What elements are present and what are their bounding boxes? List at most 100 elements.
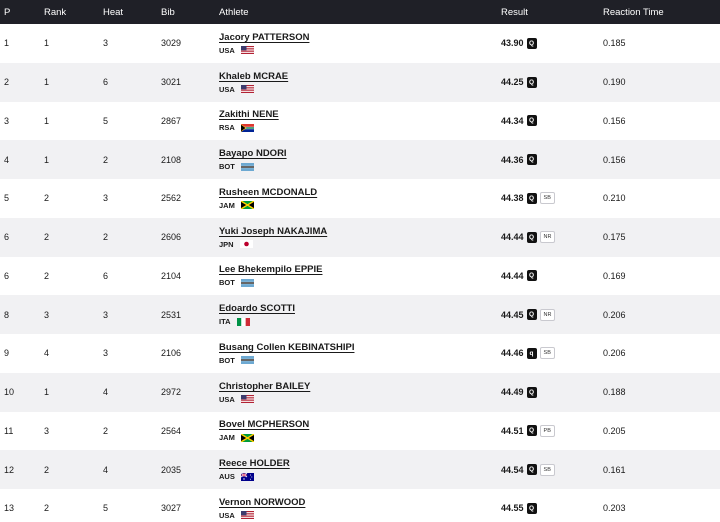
cell-place: 13 (4, 503, 15, 514)
table-row: 4 1 2 2108 Bayapo NDORI BOT 44.36 Q 0.15… (0, 140, 720, 179)
cell-bib: 2562 (161, 193, 182, 204)
col-header-bib[interactable]: Bib (161, 7, 219, 18)
cell-place: 3 (4, 115, 10, 126)
cell-place: 5 (4, 193, 10, 204)
cell-heat: 6 (103, 270, 109, 281)
athlete-link[interactable]: Reece HOLDER (219, 458, 290, 469)
cell-reaction-time: 0.156 (603, 154, 626, 165)
result-value: 44.36 (501, 154, 524, 165)
athlete-country-line: RSA (219, 123, 501, 132)
athlete-link[interactable]: Christopher BAILEY (219, 381, 310, 392)
qualification-badge: q (526, 347, 537, 359)
result-value: 44.34 (501, 115, 524, 126)
cell-reaction-time: 0.210 (603, 193, 626, 204)
col-header-reaction-time[interactable]: Reaction Time (603, 7, 720, 18)
qualification-badge: Q (526, 464, 537, 476)
rsa-flag-icon (240, 123, 254, 132)
athlete-country-line: JPN (219, 240, 501, 249)
cell-place: 4 (4, 154, 10, 165)
record-badge: NR (539, 231, 556, 244)
result-value: 44.44 (501, 232, 524, 243)
table-body: 1 1 3 3029 Jacory PATTERSON USA 43.90 Q … (0, 24, 720, 522)
cell-reaction-time: 0.206 (603, 309, 626, 320)
athlete-link[interactable]: Khaleb MCRAE (219, 71, 288, 82)
athlete-link[interactable]: Rusheen MCDONALD (219, 187, 317, 198)
athlete-link[interactable]: Lee Bhekempilo EPPIE (219, 264, 322, 275)
cell-rank: 4 (44, 348, 50, 359)
cell-heat: 5 (103, 503, 109, 514)
result-value: 44.44 (501, 270, 524, 281)
cell-bib: 3021 (161, 77, 182, 88)
col-header-rank[interactable]: Rank (44, 7, 103, 18)
cell-rank: 3 (44, 309, 50, 320)
usa-flag-icon (240, 511, 254, 520)
record-badge: PB (539, 424, 555, 437)
cell-reaction-time: 0.190 (603, 77, 626, 88)
cell-athlete: Bayapo NDORI BOT (219, 148, 501, 171)
qualification-badge: Q (526, 192, 537, 204)
country-code: AUS (219, 472, 235, 482)
cell-result: 44.46 q SB (501, 347, 603, 360)
cell-result: 44.54 Q SB (501, 463, 603, 476)
table-header: P Rank Heat Bib Athlete Result Reaction … (0, 0, 720, 24)
cell-reaction-time: 0.203 (603, 503, 626, 514)
cell-heat: 4 (103, 464, 109, 475)
jam-flag-icon (240, 201, 254, 210)
cell-athlete: Busang Collen KEBINATSHIPI BOT (219, 342, 501, 365)
athlete-country-line: USA (219, 395, 501, 404)
ita-flag-icon (236, 317, 250, 326)
record-badge: NR (539, 308, 556, 321)
athlete-link[interactable]: Edoardo SCOTTI (219, 303, 295, 314)
athlete-link[interactable]: Zakithi NENE (219, 109, 279, 120)
athlete-country-line: BOT (219, 162, 501, 171)
cell-athlete: Edoardo SCOTTI ITA (219, 303, 501, 326)
athlete-link[interactable]: Bovel MCPHERSON (219, 419, 309, 430)
result-value: 44.45 (501, 309, 524, 320)
cell-result: 44.38 Q SB (501, 192, 603, 205)
col-header-athlete[interactable]: Athlete (219, 7, 501, 18)
athlete-country-line: BOT (219, 278, 501, 287)
cell-athlete: Yuki Joseph NAKAJIMA JPN (219, 226, 501, 249)
country-code: BOT (219, 355, 235, 365)
aus-flag-icon (240, 472, 254, 481)
athlete-link[interactable]: Bayapo NDORI (219, 148, 287, 159)
athlete-link[interactable]: Vernon NORWOOD (219, 497, 305, 508)
cell-heat: 3 (103, 193, 109, 204)
table-row: 3 1 5 2867 Zakithi NENE RSA 44.34 Q 0.15… (0, 102, 720, 141)
col-header-result[interactable]: Result (501, 7, 603, 18)
cell-athlete: Reece HOLDER AUS (219, 458, 501, 481)
col-header-heat[interactable]: Heat (103, 7, 161, 18)
cell-bib: 2867 (161, 115, 182, 126)
table-row: 8 3 3 2531 Edoardo SCOTTI ITA 44.45 Q NR… (0, 295, 720, 334)
athlete-link[interactable]: Yuki Joseph NAKAJIMA (219, 226, 327, 237)
qualification-badge: Q (526, 309, 537, 321)
country-code: USA (219, 84, 235, 94)
athlete-link[interactable]: Jacory PATTERSON (219, 32, 309, 43)
usa-flag-icon (240, 395, 254, 404)
cell-result: 44.44 Q (501, 270, 603, 282)
result-value: 44.49 (501, 387, 524, 398)
table-row: 6 2 2 2606 Yuki Joseph NAKAJIMA JPN 44.4… (0, 217, 720, 257)
table-row: 13 2 5 3027 Vernon NORWOOD USA 44.55 Q 0… (0, 489, 720, 522)
results-table: P Rank Heat Bib Athlete Result Reaction … (0, 0, 720, 522)
athlete-link[interactable]: Busang Collen KEBINATSHIPI (219, 342, 354, 353)
cell-place: 11 (4, 425, 14, 436)
table-row: 9 4 3 2106 Busang Collen KEBINATSHIPI BO… (0, 334, 720, 373)
result-value: 44.55 (501, 503, 524, 514)
cell-heat: 3 (103, 38, 109, 49)
cell-place: 8 (4, 309, 10, 320)
cell-place: 6 (4, 270, 10, 281)
bot-flag-icon (240, 356, 254, 365)
cell-rank: 1 (44, 154, 50, 165)
cell-rank: 1 (44, 77, 50, 88)
athlete-country-line: JAM (219, 201, 501, 210)
cell-athlete: Rusheen MCDONALD JAM (219, 187, 501, 210)
col-header-p[interactable]: P (0, 7, 44, 18)
bot-flag-icon (240, 162, 254, 171)
cell-heat: 6 (103, 77, 109, 88)
qualification-badge: Q (526, 154, 537, 166)
cell-bib: 2564 (161, 425, 182, 436)
cell-rank: 2 (44, 464, 50, 475)
cell-place: 10 (4, 387, 15, 398)
qualification-badge: Q (526, 425, 537, 437)
